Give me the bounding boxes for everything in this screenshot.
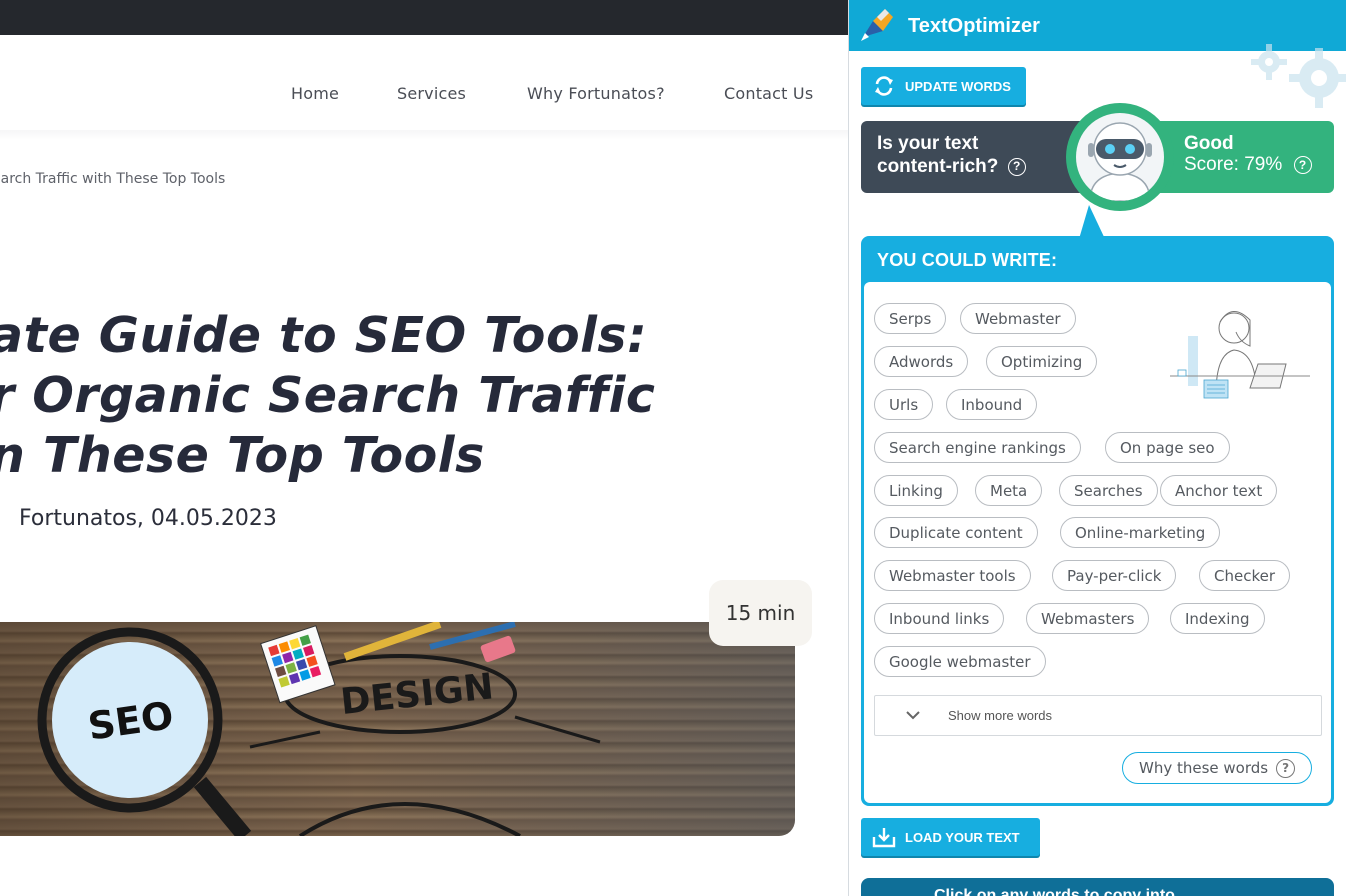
word-chip[interactable]: Inbound links xyxy=(874,603,1005,634)
word-chip[interactable]: Linking xyxy=(874,475,958,506)
refresh-icon xyxy=(871,74,897,98)
author-date: Fortunatos, 04.05.2023 xyxy=(19,506,277,531)
word-chip[interactable]: Inbound xyxy=(946,389,1038,420)
word-chip[interactable]: Duplicate content xyxy=(874,517,1038,548)
click-hint-bar: Click on any words to copy into xyxy=(861,878,1334,896)
word-chip[interactable]: Meta xyxy=(975,475,1043,506)
show-more-words-button[interactable]: Show more words xyxy=(874,695,1322,736)
load-your-text-button[interactable]: LOAD YOUR TEXT xyxy=(861,818,1040,856)
word-chip[interactable]: Indexing xyxy=(1170,603,1265,634)
hero-design-text: DESIGN xyxy=(339,666,496,723)
word-suggestions: Serps Webmaster Adwords Optimizing Urls … xyxy=(864,282,1331,803)
hero-image: SEO DESIGN xyxy=(0,622,795,836)
site-nav: Home Services Why Fortunatos? Contact Us xyxy=(0,84,849,106)
score-help-icon[interactable]: ? xyxy=(1293,155,1312,174)
article-title: ate Guide to SEO Tools: r Organic Search… xyxy=(0,306,690,486)
score-question: Is your text content-rich? ? xyxy=(877,132,1057,178)
you-could-write-title: YOU COULD WRITE: xyxy=(877,250,1058,270)
score-label: Good xyxy=(1184,133,1234,154)
nav-services[interactable]: Services xyxy=(397,84,466,103)
hero-illustration: SEO DESIGN xyxy=(37,622,601,836)
score-value-row: Score: 79% ? xyxy=(1184,154,1312,176)
load-your-text-label: LOAD YOUR TEXT xyxy=(905,829,1020,845)
help-icon[interactable]: ? xyxy=(1007,157,1026,176)
word-chip[interactable]: On page seo xyxy=(1105,432,1230,463)
read-time-badge: 15 min xyxy=(709,580,812,646)
you-could-write-panel: YOU COULD WRITE: Serps Webmaster Adwords… xyxy=(861,236,1334,806)
nav-why-fortunatos[interactable]: Why Fortunatos? xyxy=(527,84,665,103)
word-chip[interactable]: Search engine rankings xyxy=(874,432,1081,463)
word-chip[interactable]: Urls xyxy=(874,389,934,420)
article-title-line-2: r Organic Search Traffic xyxy=(0,367,656,424)
word-chip[interactable]: Online-marketing xyxy=(1060,517,1221,548)
why-these-words-button[interactable]: Why these words ? xyxy=(1122,752,1312,784)
chevron-down-icon xyxy=(906,711,920,720)
why-these-words-label: Why these words xyxy=(1139,759,1269,777)
breadcrumb: earch Traffic with These Top Tools xyxy=(0,171,226,187)
robot-speech-tail xyxy=(1079,205,1105,239)
word-chip[interactable]: Checker xyxy=(1199,560,1291,591)
word-chip[interactable]: Searches xyxy=(1059,475,1158,506)
robot-face xyxy=(1076,113,1164,201)
why-help-icon: ? xyxy=(1276,758,1296,778)
robot-avatar xyxy=(1066,103,1174,211)
sidebar-title: TextOptimizer xyxy=(908,15,1040,37)
gears-icon xyxy=(1251,44,1346,108)
score-question-text: Is your text content-rich? xyxy=(877,133,999,177)
nav-contact-us[interactable]: Contact Us xyxy=(724,84,813,103)
update-words-button[interactable]: UPDATE WORDS xyxy=(861,67,1026,105)
score-value: Score: 79% xyxy=(1184,154,1283,175)
word-chip[interactable]: Adwords xyxy=(874,346,969,377)
word-chip[interactable]: Serps xyxy=(874,303,947,334)
word-chip[interactable]: Pay-per-click xyxy=(1052,560,1177,591)
click-hint-text: Click on any words to copy into xyxy=(934,887,1175,896)
show-more-words-label: Show more words xyxy=(948,708,1053,723)
nav-divider xyxy=(0,130,849,140)
article-title-line-1: ate Guide to SEO Tools: xyxy=(0,307,648,364)
update-words-label: UPDATE WORDS xyxy=(905,78,1011,94)
textoptimizer-logo-icon xyxy=(861,9,893,41)
robot-icon xyxy=(1088,122,1152,201)
nav-home[interactable]: Home xyxy=(291,84,339,103)
writer-illustration xyxy=(1170,311,1310,399)
word-chip[interactable]: Anchor text xyxy=(1160,475,1278,506)
upload-icon xyxy=(871,825,897,849)
textoptimizer-sidebar: TextOptimizer UPDATE WORDS Is your text … xyxy=(848,0,1346,896)
article-title-line-3: n These Top Tools xyxy=(0,427,485,484)
word-chip[interactable]: Webmaster tools xyxy=(874,560,1031,591)
word-chip[interactable]: Webmaster xyxy=(960,303,1076,334)
word-chip[interactable]: Webmasters xyxy=(1026,603,1150,634)
word-chip[interactable]: Google webmaster xyxy=(874,646,1046,677)
word-chip[interactable]: Optimizing xyxy=(986,346,1098,377)
site-top-bar xyxy=(0,0,849,35)
